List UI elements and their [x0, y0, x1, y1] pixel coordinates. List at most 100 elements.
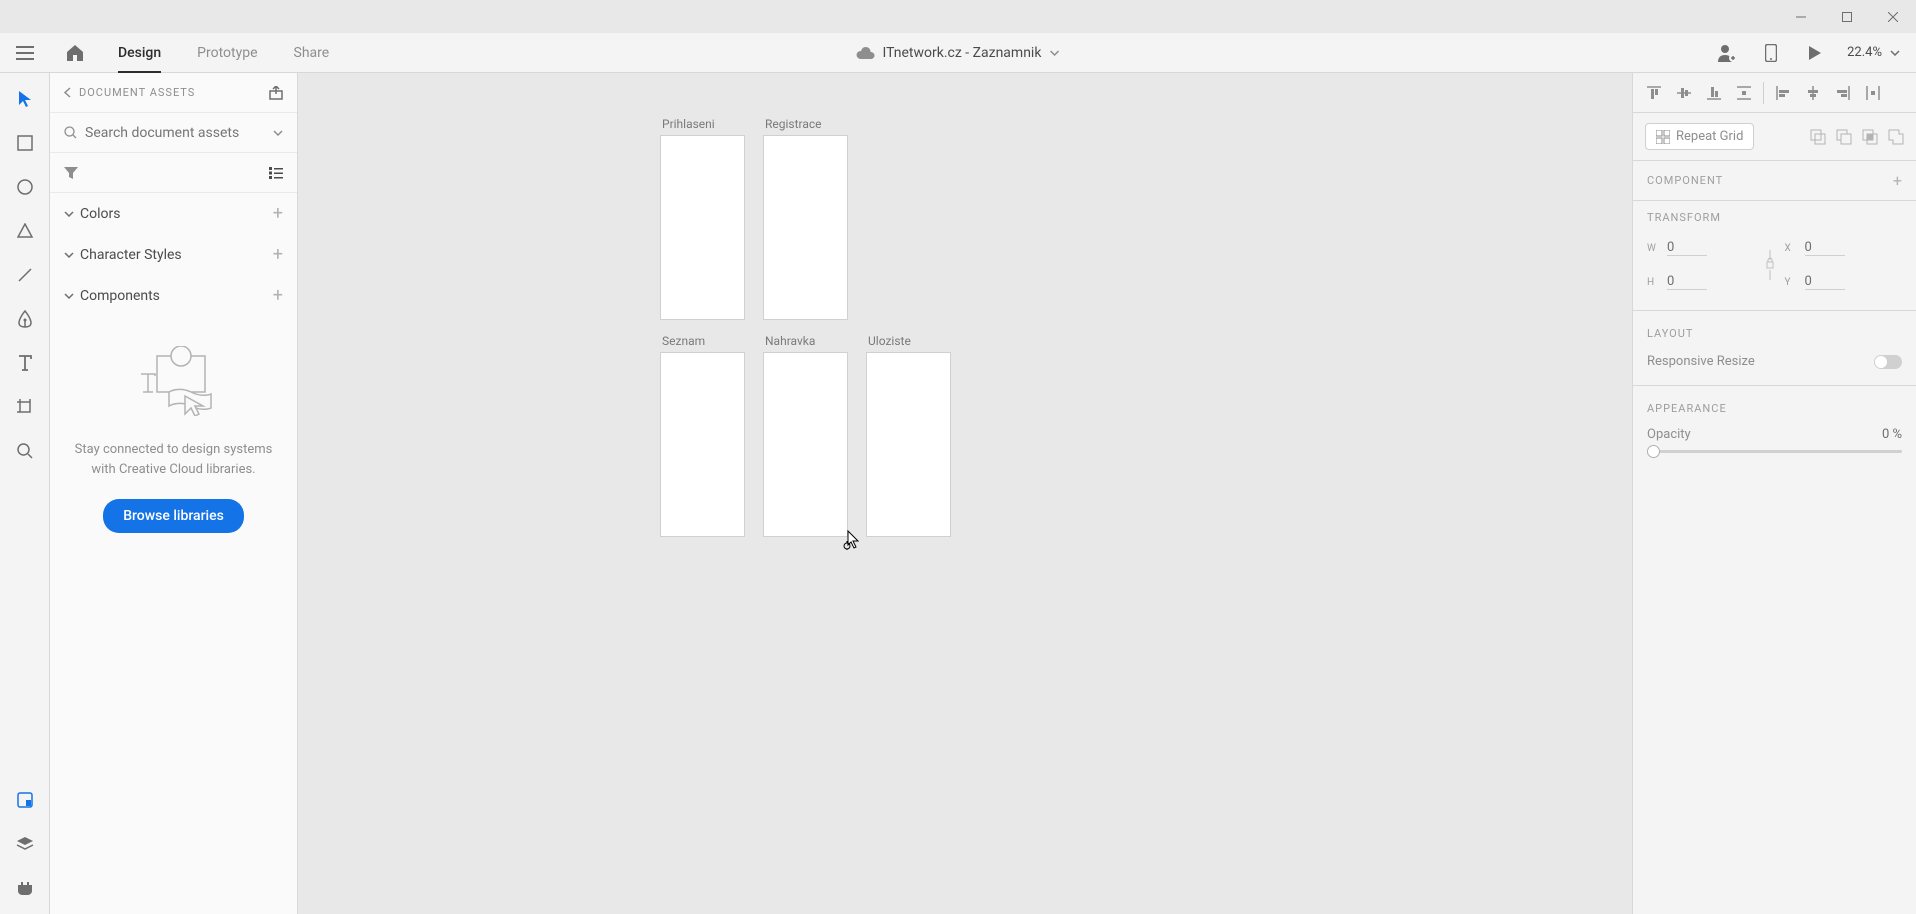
export-icon[interactable]	[269, 86, 283, 100]
browse-libraries-button[interactable]: Browse libraries	[103, 499, 244, 533]
responsive-resize-label: Responsive Resize	[1647, 354, 1755, 369]
colors-label: Colors	[80, 206, 120, 222]
align-center-button[interactable]	[1804, 84, 1822, 102]
artboard-surface[interactable]	[660, 352, 745, 537]
artboard-registrace[interactable]: Registrace	[763, 117, 848, 320]
chevron-down-icon	[1890, 50, 1900, 56]
rectangle-tool[interactable]	[13, 131, 37, 155]
tab-prototype[interactable]: Prototype	[179, 33, 275, 72]
filter-icon[interactable]	[64, 167, 78, 179]
hamburger-menu[interactable]	[0, 33, 50, 72]
artboard-label[interactable]: Seznam	[660, 334, 745, 348]
zoom-tool[interactable]	[13, 439, 37, 463]
assets-search-input[interactable]	[85, 125, 265, 141]
appearance-label: APPEARANCE	[1647, 402, 1902, 415]
text-tool[interactable]	[13, 351, 37, 375]
height-input[interactable]: 0	[1667, 274, 1707, 290]
add-color-button[interactable]: +	[273, 203, 283, 224]
back-chevron-icon[interactable]	[64, 87, 71, 98]
canvas[interactable]: Prihlaseni Registrace Seznam Nahravka	[298, 73, 1632, 914]
artboard-surface[interactable]	[763, 352, 848, 537]
chevron-down-icon	[64, 293, 74, 299]
assets-panel-title: DOCUMENT ASSETS	[79, 86, 261, 99]
plugins-toggle[interactable]	[13, 876, 37, 900]
character-styles-section[interactable]: Character Styles +	[50, 234, 297, 275]
transform-section: TRANSFORM W0 X0 H0 Y0	[1633, 201, 1916, 311]
add-character-style-button[interactable]: +	[273, 244, 283, 265]
bool-subtract-button[interactable]	[1836, 129, 1852, 145]
align-top-button[interactable]	[1645, 84, 1663, 102]
artboard-surface[interactable]	[660, 135, 745, 320]
artboard-nahravka[interactable]: Nahravka	[763, 334, 848, 537]
character-styles-label: Character Styles	[80, 247, 182, 263]
y-input[interactable]: 0	[1805, 274, 1845, 290]
artboard-label[interactable]: Registrace	[763, 117, 848, 131]
close-button[interactable]	[1870, 0, 1916, 33]
layout-label: LAYOUT	[1647, 327, 1902, 340]
align-middle-button[interactable]	[1675, 84, 1693, 102]
search-chevron-icon[interactable]	[273, 130, 283, 136]
opacity-label: Opacity	[1647, 427, 1691, 442]
align-bottom-button[interactable]	[1705, 84, 1723, 102]
select-tool[interactable]	[13, 87, 37, 111]
align-right-button[interactable]	[1834, 84, 1852, 102]
artboard-label[interactable]: Prihlaseni	[660, 117, 745, 131]
cloud-icon	[857, 47, 875, 59]
list-view-icon[interactable]	[269, 167, 283, 179]
assets-empty-state: Stay connected to design systems with Cr…	[50, 316, 297, 914]
chevron-down-icon	[1049, 50, 1059, 56]
play-button[interactable]	[1803, 41, 1827, 65]
bool-intersect-button[interactable]	[1862, 129, 1878, 145]
add-component-instance-button[interactable]: +	[1893, 171, 1902, 190]
document-title-dropdown[interactable]: ITnetwork.cz - Zaznamnik	[857, 45, 1060, 61]
responsive-resize-toggle[interactable]	[1874, 355, 1902, 369]
transform-label: TRANSFORM	[1647, 211, 1902, 224]
repeat-grid-button[interactable]: Repeat Grid	[1645, 123, 1754, 150]
repeat-grid-icon	[1656, 130, 1670, 144]
x-input[interactable]: 0	[1805, 240, 1845, 256]
opacity-slider[interactable]	[1647, 450, 1902, 453]
width-input[interactable]: 0	[1667, 240, 1707, 256]
zoom-control[interactable]: 22.4%	[1847, 45, 1900, 60]
properties-panel: Repeat Grid COMPONENT + TRANSFORM W0 X0 …	[1632, 73, 1916, 914]
line-tool[interactable]	[13, 263, 37, 287]
artboard-uloziste[interactable]: Uloziste	[866, 334, 951, 537]
artboard-tool[interactable]	[13, 395, 37, 419]
pen-tool[interactable]	[13, 307, 37, 331]
components-section[interactable]: Components +	[50, 275, 297, 316]
artboard-surface[interactable]	[866, 352, 951, 537]
document-title: ITnetwork.cz - Zaznamnik	[883, 45, 1042, 61]
artboard-label[interactable]: Nahravka	[763, 334, 848, 348]
distribute-horizontal-button[interactable]	[1864, 84, 1882, 102]
layout-section: LAYOUT Responsive Resize	[1633, 311, 1916, 386]
minimize-button[interactable]	[1778, 0, 1824, 33]
align-left-button[interactable]	[1774, 84, 1792, 102]
layers-toggle[interactable]	[13, 832, 37, 856]
artboard-prihlaseni[interactable]: Prihlaseni	[660, 117, 745, 320]
opacity-slider-thumb[interactable]	[1647, 445, 1660, 458]
polygon-tool[interactable]	[13, 219, 37, 243]
opacity-value[interactable]: 0 %	[1882, 427, 1902, 442]
home-button[interactable]	[50, 33, 100, 72]
ellipse-tool[interactable]	[13, 175, 37, 199]
add-component-button[interactable]: +	[273, 285, 283, 306]
colors-section[interactable]: Colors +	[50, 193, 297, 234]
invite-button[interactable]	[1715, 41, 1739, 65]
empty-state-text: Stay connected to design systems with Cr…	[70, 440, 277, 479]
bool-add-button[interactable]	[1810, 129, 1826, 145]
artboard-seznam[interactable]: Seznam	[660, 334, 745, 537]
window-titlebar	[0, 0, 1916, 33]
component-section-label: COMPONENT	[1647, 174, 1723, 187]
artboard-label[interactable]: Uloziste	[866, 334, 951, 348]
chevron-down-icon	[64, 252, 74, 258]
bool-exclude-button[interactable]	[1888, 129, 1904, 145]
device-preview-button[interactable]	[1759, 41, 1783, 65]
lock-aspect-icon[interactable]	[1765, 250, 1785, 280]
top-bar: Design Prototype Share ITnetwork.cz - Za…	[0, 33, 1916, 73]
tab-design[interactable]: Design	[100, 33, 179, 72]
libraries-toggle[interactable]	[13, 788, 37, 812]
tab-share[interactable]: Share	[276, 33, 348, 72]
distribute-vertical-button[interactable]	[1735, 84, 1753, 102]
artboard-surface[interactable]	[763, 135, 848, 320]
maximize-button[interactable]	[1824, 0, 1870, 33]
